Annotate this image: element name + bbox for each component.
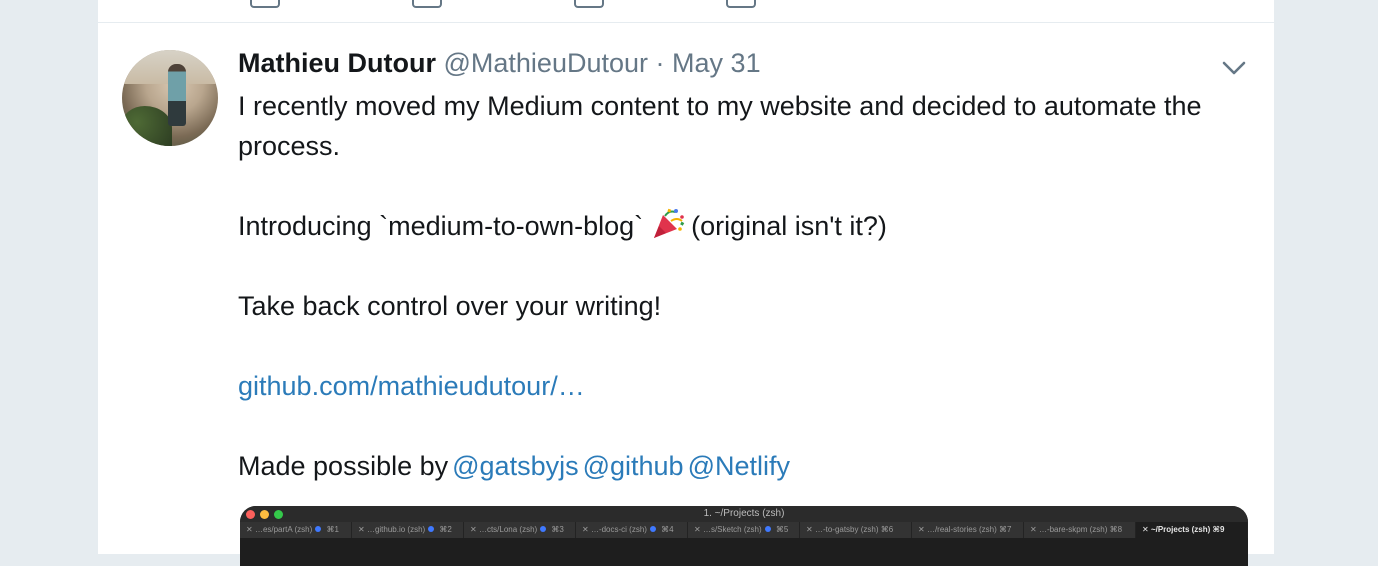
terminal-tabs: ✕ …es/partA (zsh) ⌘1 ✕ …github.io (zsh) ⌘…: [240, 522, 1248, 538]
tweet-text-line1: I recently moved my Medium content to my…: [238, 91, 1202, 161]
terminal-tab: ✕ …-to-gatsby (zsh) ⌘6: [800, 522, 912, 538]
terminal-tab: ✕ …es/partA (zsh) ⌘1: [240, 522, 352, 538]
close-icon: ✕: [1142, 525, 1151, 534]
tweet-text: I recently moved my Medium content to my…: [238, 86, 1238, 486]
intro-aside: (original isn't it?): [691, 211, 887, 241]
activity-dot-icon: [428, 526, 435, 532]
terminal-tab-shortcut: ⌘6: [878, 525, 894, 534]
terminal-tab-label: …github.io (zsh): [366, 525, 426, 534]
terminal-tab-shortcut: ⌘8: [1107, 525, 1123, 534]
party-popper-icon: [654, 208, 685, 238]
close-icon: ✕: [582, 525, 591, 534]
previous-tweet-actions: [98, 0, 1274, 23]
tweet-header: Mathieu Dutour @MathieuDutour · May 31: [238, 46, 761, 80]
terminal-tab-label: …/real-stories (zsh): [926, 525, 997, 534]
close-icon: ✕: [1030, 525, 1039, 534]
terminal-tab: ✕ …/real-stories (zsh) ⌘7: [912, 522, 1024, 538]
terminal-tab-label: …-bare-skpm (zsh): [1038, 525, 1108, 534]
terminal-titlebar: 1. ~/Projects (zsh): [240, 506, 1248, 522]
like-icon[interactable]: [574, 0, 604, 8]
terminal-tab-shortcut: ⌘2: [437, 525, 452, 534]
tweet-media-image[interactable]: 1. ~/Projects (zsh) ✕ …es/partA (zsh) ⌘1…: [240, 506, 1248, 566]
terminal-tab: ✕ …-docs-ci (zsh) ⌘4: [576, 522, 688, 538]
tweet-text-made-possible: Made possible by @gatsbyjs @github @Netlify: [238, 446, 1238, 486]
terminal-tab-label: …-docs-ci (zsh): [590, 525, 647, 534]
activity-dot-icon: [540, 526, 547, 532]
tweet-text-intro: Introducing `medium-to-own-blog` (origin…: [238, 206, 1238, 246]
chevron-down-icon[interactable]: [1222, 60, 1246, 76]
header-separator: ·: [655, 48, 665, 78]
tweet-date[interactable]: May 31: [672, 48, 761, 78]
terminal-tab: ✕ ~/Projects (zsh) ⌘9: [1136, 522, 1248, 538]
close-icon: ✕: [358, 525, 367, 534]
tweet-link[interactable]: github.com/mathieudutour/…: [238, 371, 585, 401]
terminal-tab: ✕ …github.io (zsh) ⌘2: [352, 522, 464, 538]
terminal-window-title: 1. ~/Projects (zsh): [703, 508, 785, 519]
close-icon: ✕: [806, 525, 815, 534]
terminal-tab: ✕ …cts/Lona (zsh) ⌘3: [464, 522, 576, 538]
terminal-tab-shortcut: ⌘3: [549, 525, 564, 534]
terminal-tab-shortcut: ⌘9: [1210, 525, 1225, 534]
mention-netlify[interactable]: @Netlify: [688, 451, 790, 481]
mention-gatsbyjs[interactable]: @gatsbyjs: [452, 451, 578, 481]
terminal-tab-shortcut: ⌘5: [773, 525, 789, 534]
terminal-tab-label: …es/partA (zsh): [254, 525, 313, 534]
terminal-tab-label: …cts/Lona (zsh): [478, 525, 538, 534]
terminal-tab: ✕ …s/Sketch (zsh) ⌘5: [688, 522, 800, 538]
message-icon[interactable]: [726, 0, 756, 8]
terminal-tab-label: ~/Projects (zsh): [1150, 525, 1211, 534]
activity-dot-icon: [315, 526, 322, 532]
avatar[interactable]: [122, 50, 218, 146]
tweet-text-take-back: Take back control over your writing!: [238, 291, 662, 321]
author-handle[interactable]: @MathieuDutour: [444, 48, 649, 78]
terminal-tab-label: …s/Sketch (zsh): [702, 525, 762, 534]
reply-icon[interactable]: [250, 0, 280, 8]
made-possible-prefix: Made possible by: [238, 451, 449, 481]
mention-github[interactable]: @github: [583, 451, 684, 481]
terminal-tab-shortcut: ⌘7: [996, 525, 1012, 534]
close-icon: ✕: [246, 525, 255, 534]
intro-text: Introducing `medium-to-own-blog`: [238, 211, 644, 241]
tweet[interactable]: Mathieu Dutour @MathieuDutour · May 31 I…: [98, 24, 1274, 566]
author-name[interactable]: Mathieu Dutour: [238, 48, 436, 78]
activity-dot-icon: [764, 526, 771, 532]
close-icon: ✕: [918, 525, 927, 534]
activity-dot-icon: [649, 526, 656, 532]
terminal-tab: ✕ …-bare-skpm (zsh) ⌘8: [1024, 522, 1136, 538]
close-icon: ✕: [694, 525, 703, 534]
retweet-icon[interactable]: [412, 0, 442, 8]
timeline-column: Mathieu Dutour @MathieuDutour · May 31 I…: [98, 0, 1274, 566]
terminal-tab-shortcut: ⌘4: [658, 525, 674, 534]
close-icon: ✕: [470, 525, 479, 534]
terminal-tab-shortcut: ⌘1: [324, 525, 339, 534]
terminal-tab-label: …-to-gatsby (zsh): [814, 525, 879, 534]
